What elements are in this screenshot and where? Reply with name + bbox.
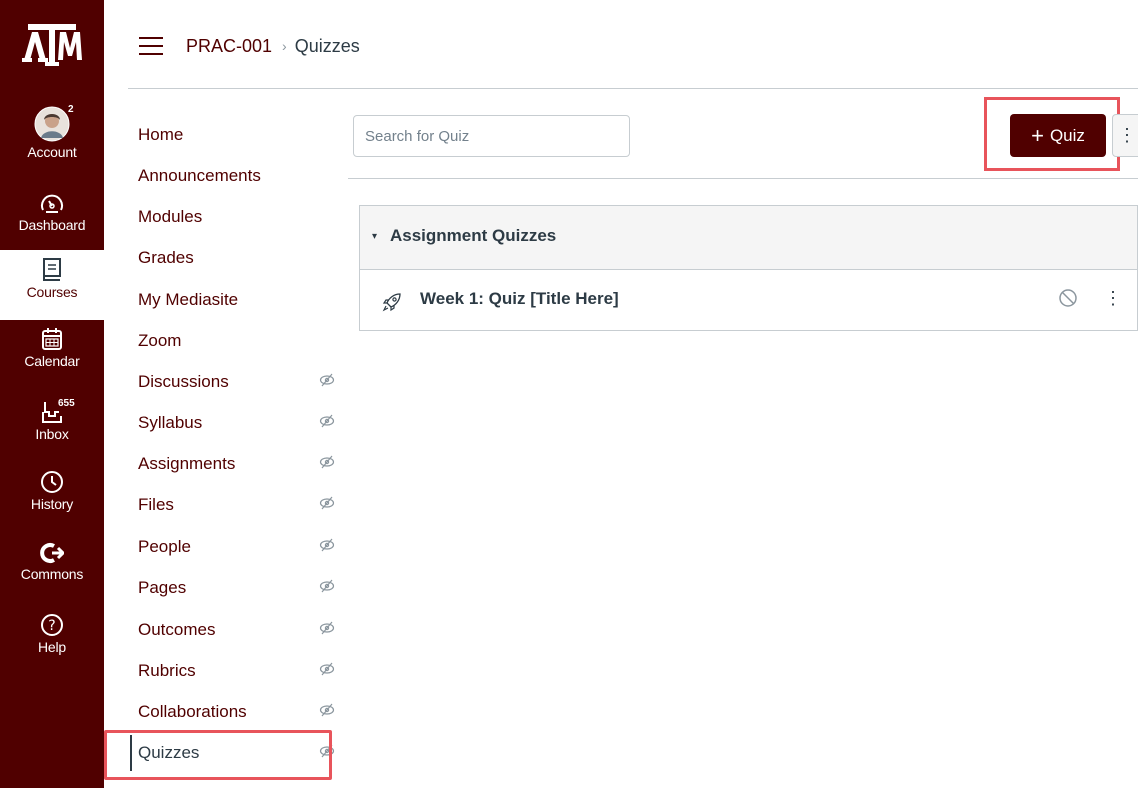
course-nav-label: People bbox=[138, 537, 191, 556]
course-nav-rubrics[interactable]: Rubrics bbox=[138, 659, 338, 683]
add-quiz-label: Quiz bbox=[1049, 125, 1085, 145]
header-divider bbox=[128, 88, 1138, 89]
course-nav-home[interactable]: Home bbox=[138, 123, 183, 147]
quiz-title-link[interactable]: Week 1: Quiz [Title Here] bbox=[420, 289, 619, 309]
course-nav-label: Home bbox=[138, 125, 184, 144]
global-nav-label: Calendar bbox=[24, 353, 80, 369]
quiz-group-header[interactable]: ▾ Assignment Quizzes bbox=[360, 206, 1137, 270]
clock-icon bbox=[41, 471, 63, 493]
hidden-eye-icon bbox=[319, 579, 335, 593]
search-input[interactable] bbox=[353, 115, 630, 157]
plus-icon: + bbox=[1031, 122, 1044, 148]
global-nav-label: Inbox bbox=[35, 426, 69, 442]
quiz-group-title: Assignment Quizzes bbox=[390, 226, 557, 245]
course-nav-label: My Mediasite bbox=[138, 290, 239, 309]
hidden-eye-icon bbox=[319, 662, 335, 676]
book-icon bbox=[43, 258, 61, 281]
account-badge: 2 bbox=[68, 104, 74, 115]
calendar-icon bbox=[42, 328, 62, 350]
course-nav-my-mediasite[interactable]: My Mediasite bbox=[138, 288, 238, 312]
course-nav-label: Pages bbox=[138, 578, 187, 597]
global-nav-label: Account bbox=[27, 144, 77, 160]
global-nav: . 2 Account Dashboard Courses Calendar 6… bbox=[0, 0, 104, 788]
course-nav-label: Zoom bbox=[138, 331, 182, 350]
breadcrumb-current-page: Quizzes bbox=[294, 36, 360, 56]
course-nav-label: Outcomes bbox=[138, 620, 216, 639]
speedometer-icon bbox=[41, 194, 63, 213]
more-options-button[interactable]: ⋮ bbox=[1112, 114, 1138, 157]
hidden-eye-icon bbox=[319, 455, 335, 469]
hidden-eye-icon bbox=[319, 373, 335, 387]
course-nav-outcomes[interactable]: Outcomes bbox=[138, 618, 338, 642]
quiz-more-options-icon[interactable]: ⋮ bbox=[1104, 288, 1122, 309]
caret-down-icon: ▾ bbox=[372, 231, 378, 242]
course-nav-files[interactable]: Files bbox=[138, 493, 338, 517]
breadcrumb: PRAC-001 › Quizzes bbox=[186, 34, 360, 58]
atm-logo[interactable]: . bbox=[0, 0, 104, 92]
commons-arrow-icon bbox=[40, 543, 64, 563]
quizzes-highlight-box bbox=[104, 730, 332, 780]
global-nav-commons[interactable]: Commons bbox=[0, 542, 104, 583]
svg-text:.: . bbox=[34, 49, 36, 56]
breadcrumb-course-link[interactable]: PRAC-001 bbox=[186, 34, 272, 58]
course-nav-label: Assignments bbox=[138, 454, 236, 473]
toolbar-divider bbox=[348, 178, 1138, 179]
course-nav-label: Syllabus bbox=[138, 413, 203, 432]
hidden-eye-icon bbox=[319, 414, 335, 428]
avatar-icon bbox=[34, 106, 70, 142]
course-nav-grades[interactable]: Grades bbox=[138, 246, 194, 270]
course-nav-label: Rubrics bbox=[138, 661, 196, 680]
global-nav-dashboard[interactable]: Dashboard bbox=[0, 193, 104, 234]
course-nav-discussions[interactable]: Discussions bbox=[138, 370, 338, 394]
question-icon: ? bbox=[41, 614, 63, 636]
global-nav-label: History bbox=[30, 496, 74, 512]
global-nav-history[interactable]: History bbox=[0, 470, 104, 513]
svg-text:?: ? bbox=[48, 618, 55, 634]
quiz-row[interactable]: Week 1: Quiz [Title Here] ⋮ bbox=[360, 270, 1137, 331]
hidden-eye-icon bbox=[319, 538, 335, 552]
global-nav-label: Dashboard bbox=[18, 217, 86, 233]
course-nav-label: Discussions bbox=[138, 372, 229, 391]
course-nav-people[interactable]: People bbox=[138, 535, 338, 559]
quiz-group: ▾ Assignment Quizzes Week 1: Quiz [Title… bbox=[359, 205, 1138, 331]
course-nav-collaborations[interactable]: Collaborations bbox=[138, 700, 338, 724]
global-nav-account[interactable]: 2 Account bbox=[0, 104, 104, 161]
rocket-icon bbox=[382, 293, 401, 312]
hamburger-menu-icon[interactable] bbox=[139, 37, 163, 57]
unpublished-icon[interactable] bbox=[1057, 287, 1079, 309]
inbox-badge: 655 bbox=[58, 398, 75, 409]
course-nav-zoom[interactable]: Zoom bbox=[138, 329, 181, 353]
course-nav-announcements[interactable]: Announcements bbox=[138, 164, 261, 188]
breadcrumb-separator: › bbox=[282, 38, 287, 54]
kebab-icon: ⋮ bbox=[1118, 125, 1136, 145]
course-nav-label: Announcements bbox=[138, 166, 261, 185]
global-nav-label: Commons bbox=[20, 566, 84, 582]
hidden-eye-icon bbox=[319, 703, 335, 717]
add-quiz-button[interactable]: + Quiz bbox=[1010, 114, 1106, 157]
course-nav-label: Files bbox=[138, 495, 174, 514]
course-nav-pages[interactable]: Pages bbox=[138, 576, 338, 600]
global-nav-label: Help bbox=[38, 639, 66, 655]
course-nav-label: Grades bbox=[138, 248, 194, 267]
course-nav-label: Modules bbox=[138, 207, 203, 226]
course-nav-modules[interactable]: Modules bbox=[138, 205, 202, 229]
course-nav-assignments[interactable]: Assignments bbox=[138, 452, 338, 476]
global-nav-calendar[interactable]: Calendar bbox=[0, 327, 104, 370]
atm-logo-icon: . bbox=[22, 24, 82, 66]
global-nav-help[interactable]: ? Help bbox=[0, 613, 104, 656]
global-nav-courses[interactable]: Courses bbox=[0, 250, 104, 320]
hidden-eye-icon bbox=[319, 496, 335, 510]
course-nav-label: Collaborations bbox=[138, 702, 247, 721]
hidden-eye-icon bbox=[319, 621, 335, 635]
global-nav-inbox[interactable]: 655 Inbox bbox=[0, 398, 104, 443]
global-nav-label: Courses bbox=[26, 284, 78, 300]
course-nav-syllabus[interactable]: Syllabus bbox=[138, 411, 338, 435]
page-header: PRAC-001 › Quizzes bbox=[104, 0, 1138, 90]
